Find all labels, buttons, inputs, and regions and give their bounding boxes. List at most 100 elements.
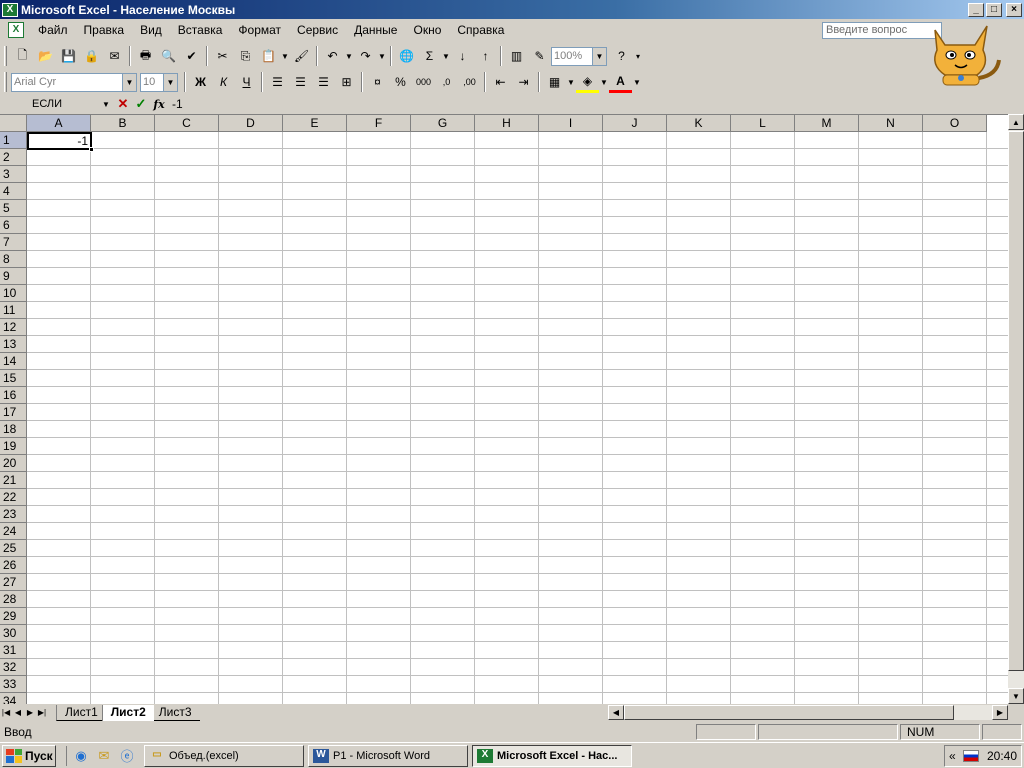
row-header-28[interactable]: 28	[0, 591, 27, 608]
browser-icon[interactable]: ◉	[71, 746, 91, 766]
row-header-24[interactable]: 24	[0, 523, 27, 540]
tray-expand-icon[interactable]: «	[949, 749, 956, 763]
column-header-g[interactable]: G	[411, 115, 475, 132]
start-button[interactable]: Пуск	[2, 744, 56, 767]
decrease-decimal-button[interactable]: ,00	[458, 71, 481, 93]
active-cell-a1[interactable]: -1	[27, 132, 92, 150]
insert-function-button[interactable]: fx	[150, 98, 168, 111]
row-header-7[interactable]: 7	[0, 234, 27, 251]
sort-descending-icon[interactable]: ↑	[474, 45, 497, 67]
row-header-13[interactable]: 13	[0, 336, 27, 353]
borders-dropdown-icon[interactable]: ▼	[566, 78, 576, 87]
horizontal-scroll-thumb[interactable]	[624, 705, 954, 720]
tab-list2[interactable]: Лист2	[101, 704, 154, 721]
redo-icon[interactable]: ↷	[354, 45, 377, 67]
scroll-down-icon[interactable]: ▼	[1008, 688, 1024, 704]
row-header-22[interactable]: 22	[0, 489, 27, 506]
first-sheet-icon[interactable]: |◀	[0, 705, 12, 720]
percent-button[interactable]: %	[389, 71, 412, 93]
chart-wizard-icon[interactable]: ▥	[505, 45, 528, 67]
menu-insert[interactable]: Вставка	[170, 23, 231, 37]
save-icon[interactable]: 💾	[57, 45, 80, 67]
row-header-21[interactable]: 21	[0, 472, 27, 489]
enter-formula-button[interactable]: ✓	[132, 96, 150, 112]
new-icon[interactable]: 🗋	[11, 45, 34, 67]
name-box[interactable]: ЕСЛИ ▼	[4, 96, 114, 112]
menu-edit[interactable]: Правка	[76, 23, 133, 37]
hyperlink-icon[interactable]: 🌐	[395, 45, 418, 67]
select-all-button[interactable]	[0, 115, 27, 132]
format-painter-icon[interactable]: 🖌	[290, 45, 313, 67]
cancel-formula-button[interactable]: ✕	[114, 96, 132, 112]
help-button[interactable]: ?	[610, 45, 633, 67]
row-header-2[interactable]: 2	[0, 149, 27, 166]
scroll-right-icon[interactable]: ▶	[992, 705, 1008, 720]
menu-view[interactable]: Вид	[132, 23, 170, 37]
align-right-icon[interactable]: ☰	[312, 71, 335, 93]
row-header-20[interactable]: 20	[0, 455, 27, 472]
column-header-j[interactable]: J	[603, 115, 667, 132]
open-icon[interactable]: 📂	[34, 45, 57, 67]
print-preview-icon[interactable]: 🔍	[157, 45, 180, 67]
row-header-16[interactable]: 16	[0, 387, 27, 404]
chevron-down-icon[interactable]: ▼	[592, 47, 606, 65]
column-header-e[interactable]: E	[283, 115, 347, 132]
row-header-26[interactable]: 26	[0, 557, 27, 574]
task-word[interactable]: W P1 - Microsoft Word	[308, 744, 468, 767]
italic-button[interactable]: К	[212, 71, 235, 93]
row-header-5[interactable]: 5	[0, 200, 27, 217]
column-header-b[interactable]: B	[91, 115, 155, 132]
row-header-32[interactable]: 32	[0, 659, 27, 676]
row-header-1[interactable]: 1	[0, 132, 27, 149]
menu-help[interactable]: Справка	[449, 23, 512, 37]
font-color-dropdown-icon[interactable]: ▼	[632, 78, 642, 87]
next-sheet-icon[interactable]: ▶	[24, 705, 36, 720]
row-header-33[interactable]: 33	[0, 676, 27, 693]
column-header-l[interactable]: L	[731, 115, 795, 132]
horizontal-scrollbar[interactable]: ◀ ▶	[608, 705, 1008, 720]
row-header-31[interactable]: 31	[0, 642, 27, 659]
zoom-combo[interactable]: 100% ▼	[551, 46, 607, 66]
print-icon[interactable]: 🖶	[134, 45, 157, 67]
row-header-15[interactable]: 15	[0, 370, 27, 387]
document-icon[interactable]: X	[8, 22, 24, 38]
row-header-3[interactable]: 3	[0, 166, 27, 183]
task-excel[interactable]: X Microsoft Excel - Нас...	[472, 744, 632, 767]
column-header-k[interactable]: K	[667, 115, 731, 132]
decrease-indent-icon[interactable]: ⇤	[489, 71, 512, 93]
task-folder[interactable]: ▭ Объед.(excel)	[144, 744, 304, 767]
chevron-down-icon[interactable]: ▼	[163, 73, 177, 91]
excel-icon[interactable]: X	[2, 2, 18, 17]
undo-icon[interactable]: ↶	[321, 45, 344, 67]
row-header-23[interactable]: 23	[0, 506, 27, 523]
increase-indent-icon[interactable]: ⇥	[512, 71, 535, 93]
column-header-f[interactable]: F	[347, 115, 411, 132]
formula-input[interactable]: -1	[168, 96, 1024, 112]
row-header-17[interactable]: 17	[0, 404, 27, 421]
column-header-c[interactable]: C	[155, 115, 219, 132]
column-header-d[interactable]: D	[219, 115, 283, 132]
row-header-6[interactable]: 6	[0, 217, 27, 234]
column-header-a[interactable]: A	[27, 115, 91, 132]
column-header-n[interactable]: N	[859, 115, 923, 132]
spelling-icon[interactable]: ✔	[180, 45, 203, 67]
menu-format[interactable]: Формат	[230, 23, 289, 37]
language-ru-icon[interactable]	[963, 750, 980, 762]
bold-button[interactable]: Ж	[189, 71, 212, 93]
row-header-11[interactable]: 11	[0, 302, 27, 319]
font-size-combo[interactable]: 10 ▼	[140, 72, 178, 92]
row-header-18[interactable]: 18	[0, 421, 27, 438]
email-icon[interactable]: ✉	[103, 45, 126, 67]
copy-icon[interactable]: ⎘	[234, 45, 257, 67]
undo-dropdown-icon[interactable]: ▼	[344, 52, 354, 61]
merge-center-icon[interactable]: ⊞	[335, 71, 358, 93]
fill-color-dropdown-icon[interactable]: ▼	[599, 78, 609, 87]
fill-handle[interactable]	[89, 147, 94, 152]
scroll-left-icon[interactable]: ◀	[608, 705, 624, 720]
row-header-25[interactable]: 25	[0, 540, 27, 557]
underline-button[interactable]: Ч	[235, 71, 258, 93]
mail-icon[interactable]: ✉	[94, 746, 114, 766]
maximize-button[interactable]: □	[986, 2, 1002, 17]
paste-dropdown-icon[interactable]: ▼	[280, 52, 290, 61]
cut-icon[interactable]: ✂	[211, 45, 234, 67]
